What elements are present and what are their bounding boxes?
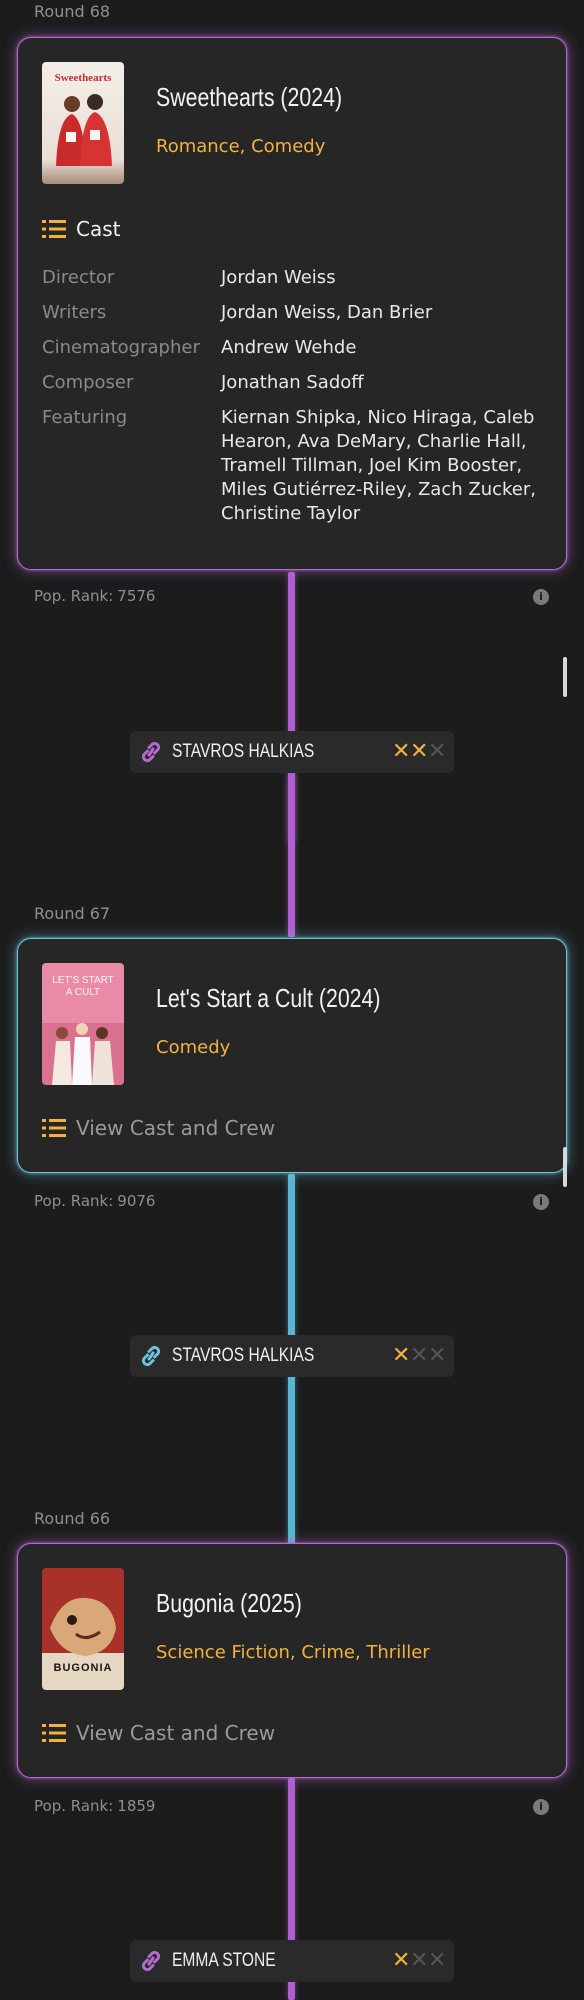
credits-table: Director Jordan Weiss Writers Jordan Wei… (42, 266, 542, 537)
pop-rank-label: Pop. Rank: (34, 1192, 114, 1210)
link-icon (141, 1345, 161, 1367)
cast-toggle-label: Cast (76, 217, 121, 241)
strike-remaining-icon: ✕ (410, 1343, 429, 1368)
credit-row-featuring: Featuring Kiernan Shipka, Nico Hiraga, C… (42, 406, 542, 526)
credit-names: Jordan Weiss (221, 267, 336, 288)
link-pill-round-68: STAVROS HALKIAS ✕ ✕ ✕ (130, 731, 454, 773)
link-pill-round-66: EMMA STONE ✕ ✕ ✕ (130, 1940, 454, 1982)
movie-title: Bugonia (2025) (156, 1588, 302, 1618)
scrollbar-thumb[interactable] (563, 657, 567, 697)
strike-used-icon: ✕ (410, 739, 429, 764)
credit-role: Cinematographer (42, 337, 200, 358)
credit-names: Andrew Wehde (221, 337, 357, 358)
movie-card-round-67: LET'S START A CULT Let's Start a Cult (2… (17, 938, 567, 1173)
link-pill-round-67: STAVROS HALKIAS ✕ ✕ ✕ (130, 1335, 454, 1377)
credit-role: Writers (42, 302, 107, 323)
strikes-indicator: ✕ ✕ ✕ (392, 739, 446, 765)
credit-names: Jonathan Sadoff (221, 372, 364, 393)
pop-rank-label: Pop. Rank: (34, 587, 114, 605)
pop-rank-value: 7576 (117, 587, 156, 605)
list-icon (42, 1724, 66, 1742)
credit-row-director: Director Jordan Weiss (42, 266, 542, 290)
movie-title: Sweethearts (2024) (156, 82, 343, 112)
pop-rank: Pop. Rank: 1859 (34, 1797, 155, 1815)
credit-row-composer: Composer Jonathan Sadoff (42, 371, 542, 395)
strikes-indicator: ✕ ✕ ✕ (392, 1343, 446, 1369)
list-icon (42, 1119, 66, 1137)
strike-remaining-icon: ✕ (428, 1948, 447, 1973)
movie-poster-sweethearts: Sweethearts (42, 62, 124, 184)
link-icon (141, 741, 161, 763)
round-label: Round 67 (34, 904, 111, 923)
link-icon (141, 1950, 161, 1972)
pop-rank: Pop. Rank: 7576 (34, 587, 155, 605)
info-icon[interactable]: i (533, 1194, 549, 1210)
cast-toggle-label: View Cast and Crew (76, 1721, 276, 1745)
view-cast-and-crew-button[interactable]: View Cast and Crew (42, 1116, 275, 1140)
movie-card-round-68: Sweethearts Sweethearts (2024) Romance, … (17, 37, 567, 570)
strike-remaining-icon: ✕ (410, 1948, 429, 1973)
movie-poster-lets-start-a-cult: LET'S START A CULT (42, 963, 124, 1085)
movie-title: Let's Start a Cult (2024) (156, 983, 381, 1013)
round-label: Round 66 (34, 1509, 111, 1528)
linking-person-name: STAVROS HALKIAS (172, 1345, 315, 1366)
poster-title-text: Sweethearts (54, 72, 112, 84)
credit-role: Composer (42, 372, 134, 393)
movie-poster-bugonia: BUGONIA (42, 1568, 124, 1690)
linking-person-name: STAVROS HALKIAS (172, 741, 315, 762)
strike-used-icon: ✕ (392, 739, 411, 764)
cast-toggle-label: View Cast and Crew (76, 1116, 276, 1140)
poster-title-text: BUGONIA (53, 1662, 113, 1674)
linking-person-name: EMMA STONE (172, 1950, 276, 1971)
movie-genres: Comedy (156, 1037, 231, 1058)
strike-remaining-icon: ✕ (428, 1343, 447, 1368)
credit-names: Kiernan Shipka, Nico Hiraga, Caleb Hearo… (221, 407, 536, 524)
strike-used-icon: ✕ (392, 1343, 411, 1368)
list-icon (42, 220, 66, 238)
pop-rank: Pop. Rank: 9076 (34, 1192, 155, 1210)
movie-genres: Science Fiction, Crime, Thriller (156, 1642, 430, 1663)
credit-row-cinematographer: Cinematographer Andrew Wehde (42, 336, 542, 360)
credit-role: Featuring (42, 407, 128, 428)
credit-row-writers: Writers Jordan Weiss, Dan Brier (42, 301, 542, 325)
movie-card-round-66: BUGONIA Bugonia (2025) Science Fiction, … (17, 1543, 567, 1778)
scrollbar-thumb[interactable] (563, 1147, 567, 1187)
info-icon[interactable]: i (533, 1799, 549, 1815)
pop-rank-label: Pop. Rank: (34, 1797, 114, 1815)
pop-rank-value: 9076 (117, 1192, 156, 1210)
strike-used-icon: ✕ (392, 1948, 411, 1973)
view-cast-and-crew-button[interactable]: View Cast and Crew (42, 1721, 275, 1745)
poster-title-text: LET'S START A CULT (52, 975, 114, 998)
strike-remaining-icon: ✕ (428, 739, 447, 764)
pop-rank-value: 1859 (117, 1797, 156, 1815)
strikes-indicator: ✕ ✕ ✕ (392, 1948, 446, 1974)
chain-connector-68-b (288, 775, 295, 937)
round-label: Round 68 (34, 2, 111, 21)
credit-role: Director (42, 267, 115, 288)
cast-toggle-button[interactable]: Cast (42, 217, 120, 241)
info-icon[interactable]: i (533, 589, 549, 605)
credit-names: Jordan Weiss, Dan Brier (221, 302, 433, 323)
movie-genres: Romance, Comedy (156, 136, 326, 157)
